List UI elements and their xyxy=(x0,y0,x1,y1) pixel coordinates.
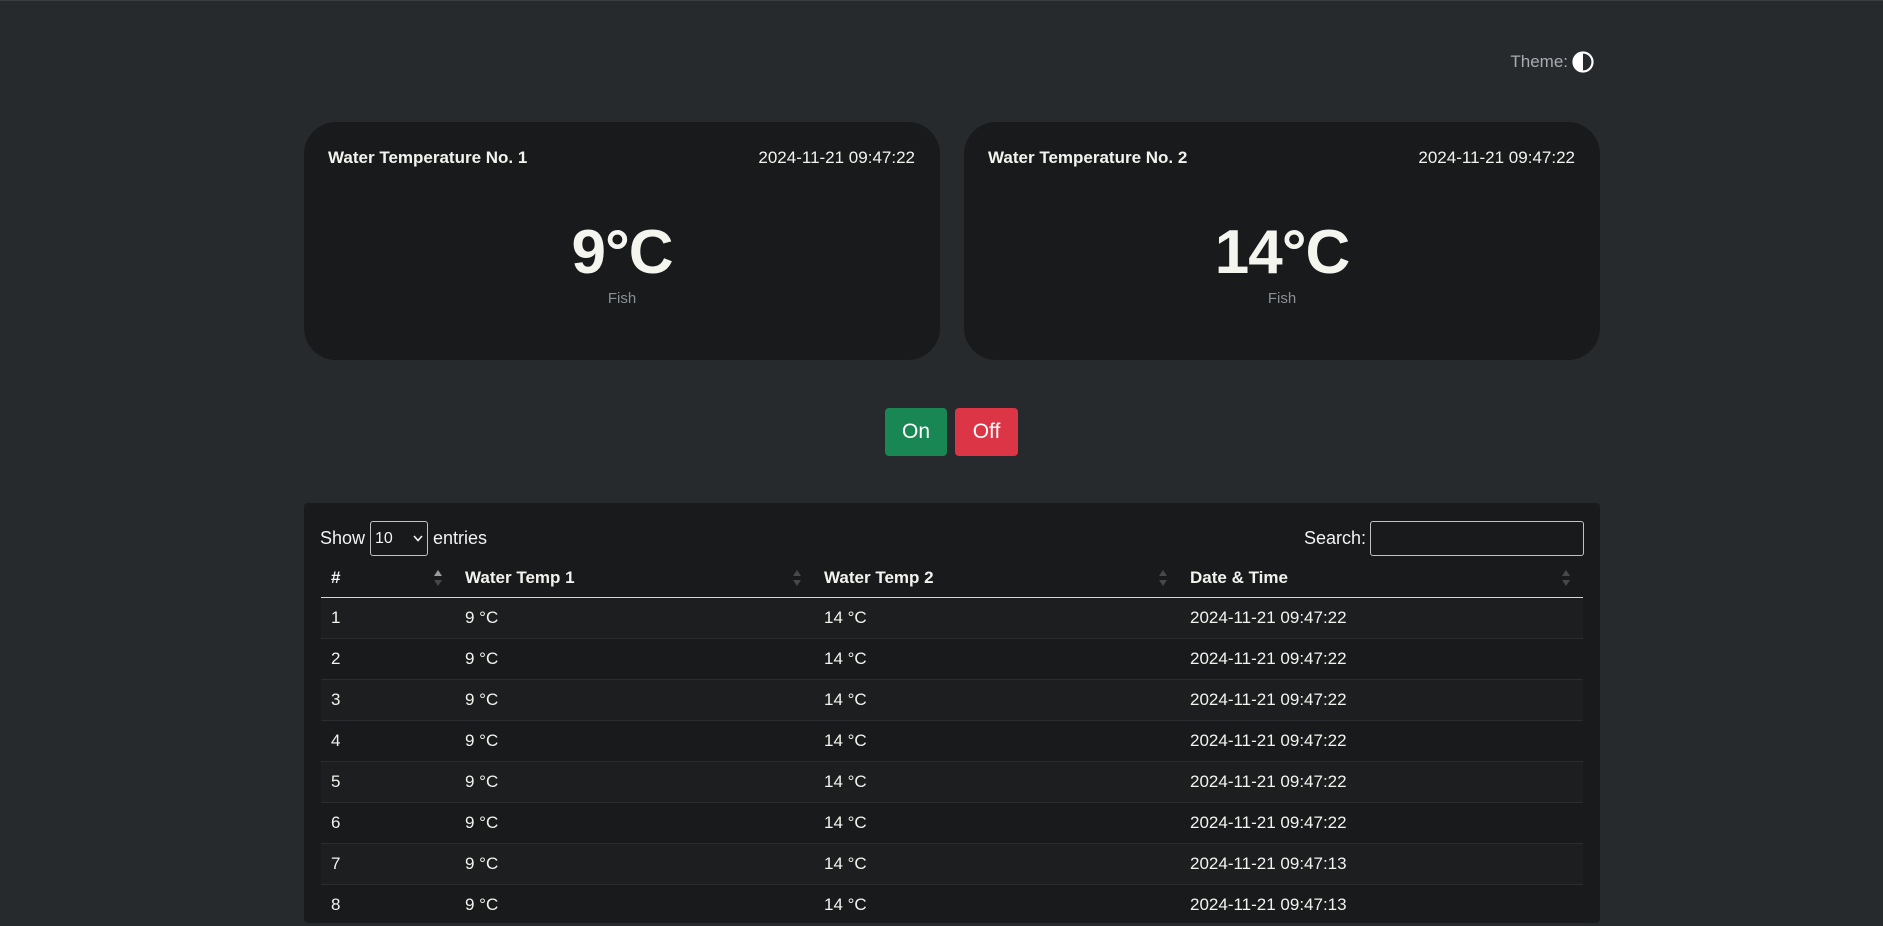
search-control: Search: xyxy=(1304,521,1584,556)
water-temp-1-cell: 9 °C xyxy=(455,761,814,803)
date-time-cell: 2024-11-21 09:47:22 xyxy=(1180,597,1583,639)
card-title: Water Temperature No. 2 xyxy=(988,148,1188,167)
table-row: 5 9 °C 14 °C 2024-11-21 09:47:22 xyxy=(321,761,1583,803)
sort-icon xyxy=(1159,570,1167,586)
date-time-cell: 2024-11-21 09:47:22 xyxy=(1180,638,1583,680)
row-number: 6 xyxy=(321,802,455,844)
page-length-select[interactable]: 10 xyxy=(370,521,429,556)
show-label: Show xyxy=(320,528,366,548)
water-temp-1-cell: 9 °C xyxy=(455,843,814,885)
on-button[interactable]: On xyxy=(885,408,947,456)
water-temp-1-cell: 9 °C xyxy=(455,638,814,680)
date-time-cell: 2024-11-21 09:47:22 xyxy=(1180,802,1583,844)
column-header-water-temp-1[interactable]: Water Temp 1 xyxy=(455,559,814,598)
sort-icon xyxy=(1562,570,1570,586)
water-temp-2-cell: 14 °C xyxy=(814,802,1180,844)
table-row: 8 9 °C 14 °C 2024-11-21 09:47:13 xyxy=(321,884,1583,926)
sort-icon xyxy=(793,570,801,586)
column-header-date-time[interactable]: Date & Time xyxy=(1180,559,1583,598)
row-number: 2 xyxy=(321,638,455,680)
row-number: 8 xyxy=(321,884,455,926)
row-number: 7 xyxy=(321,843,455,885)
table-row: 2 9 °C 14 °C 2024-11-21 09:47:22 xyxy=(321,638,1583,680)
entries-label: entries xyxy=(433,528,488,548)
readings-table: # Water Temp 1 Water Temp 2 Date & Time … xyxy=(321,559,1583,926)
water-temp-2-cell: 14 °C xyxy=(814,679,1180,721)
date-time-cell: 2024-11-21 09:47:13 xyxy=(1180,843,1583,885)
temperature-card-2: Water Temperature No. 2 2024-11-21 09:47… xyxy=(964,122,1600,360)
table-row: 4 9 °C 14 °C 2024-11-21 09:47:22 xyxy=(321,720,1583,762)
table-row: 1 9 °C 14 °C 2024-11-21 09:47:22 xyxy=(321,597,1583,639)
temperature-value: 9°C xyxy=(571,218,673,287)
column-header-number[interactable]: # xyxy=(321,559,455,598)
off-button[interactable]: Off xyxy=(955,408,1018,456)
table-row: 3 9 °C 14 °C 2024-11-21 09:47:22 xyxy=(321,679,1583,721)
top-border xyxy=(0,0,1883,1)
row-number: 1 xyxy=(321,597,455,639)
water-temp-1-cell: 9 °C xyxy=(455,679,814,721)
row-number: 3 xyxy=(321,679,455,721)
water-temp-2-cell: 14 °C xyxy=(814,597,1180,639)
contrast-icon[interactable] xyxy=(1572,51,1594,73)
card-label: Fish xyxy=(607,290,637,307)
water-temp-2-cell: 14 °C xyxy=(814,720,1180,762)
chevron-down-icon xyxy=(413,535,423,542)
date-time-cell: 2024-11-21 09:47:22 xyxy=(1180,761,1583,803)
water-temp-1-cell: 9 °C xyxy=(455,802,814,844)
theme-label: Theme: xyxy=(1510,52,1568,71)
theme-toggle-row: Theme: xyxy=(1510,51,1594,73)
temperature-card-1: Water Temperature No. 1 2024-11-21 09:47… xyxy=(304,122,940,360)
readings-table-panel: Show 10 entries Search: # Water Temp 1 W… xyxy=(304,503,1600,926)
water-temp-1-cell: 9 °C xyxy=(455,597,814,639)
search-label: Search: xyxy=(1303,528,1366,548)
search-input[interactable] xyxy=(1370,521,1584,556)
water-temp-1-cell: 9 °C xyxy=(455,884,814,926)
water-temp-2-cell: 14 °C xyxy=(814,843,1180,885)
table-row: 6 9 °C 14 °C 2024-11-21 09:47:22 xyxy=(321,802,1583,844)
page-length-value: 10 xyxy=(375,529,393,547)
sort-ascending-icon xyxy=(434,570,442,586)
table-row: 7 9 °C 14 °C 2024-11-21 09:47:13 xyxy=(321,843,1583,885)
date-time-cell: 2024-11-21 09:47:22 xyxy=(1180,720,1583,762)
row-number: 4 xyxy=(321,720,455,762)
temperature-value: 14°C xyxy=(1214,218,1351,287)
card-timestamp: 2024-11-21 09:47:22 xyxy=(1418,148,1575,167)
row-number: 5 xyxy=(321,761,455,803)
water-temp-2-cell: 14 °C xyxy=(814,638,1180,680)
water-temp-2-cell: 14 °C xyxy=(814,761,1180,803)
card-timestamp: 2024-11-21 09:47:22 xyxy=(758,148,915,167)
water-temp-1-cell: 9 °C xyxy=(455,720,814,762)
water-temp-2-cell: 14 °C xyxy=(814,884,1180,926)
card-title: Water Temperature No. 1 xyxy=(328,148,528,167)
page-length-control: Show 10 entries xyxy=(320,521,487,556)
column-header-water-temp-2[interactable]: Water Temp 2 xyxy=(814,559,1180,598)
date-time-cell: 2024-11-21 09:47:13 xyxy=(1180,884,1583,926)
table-header-row: # Water Temp 1 Water Temp 2 Date & Time xyxy=(321,559,1583,598)
date-time-cell: 2024-11-21 09:47:22 xyxy=(1180,679,1583,721)
card-label: Fish xyxy=(1267,290,1297,307)
